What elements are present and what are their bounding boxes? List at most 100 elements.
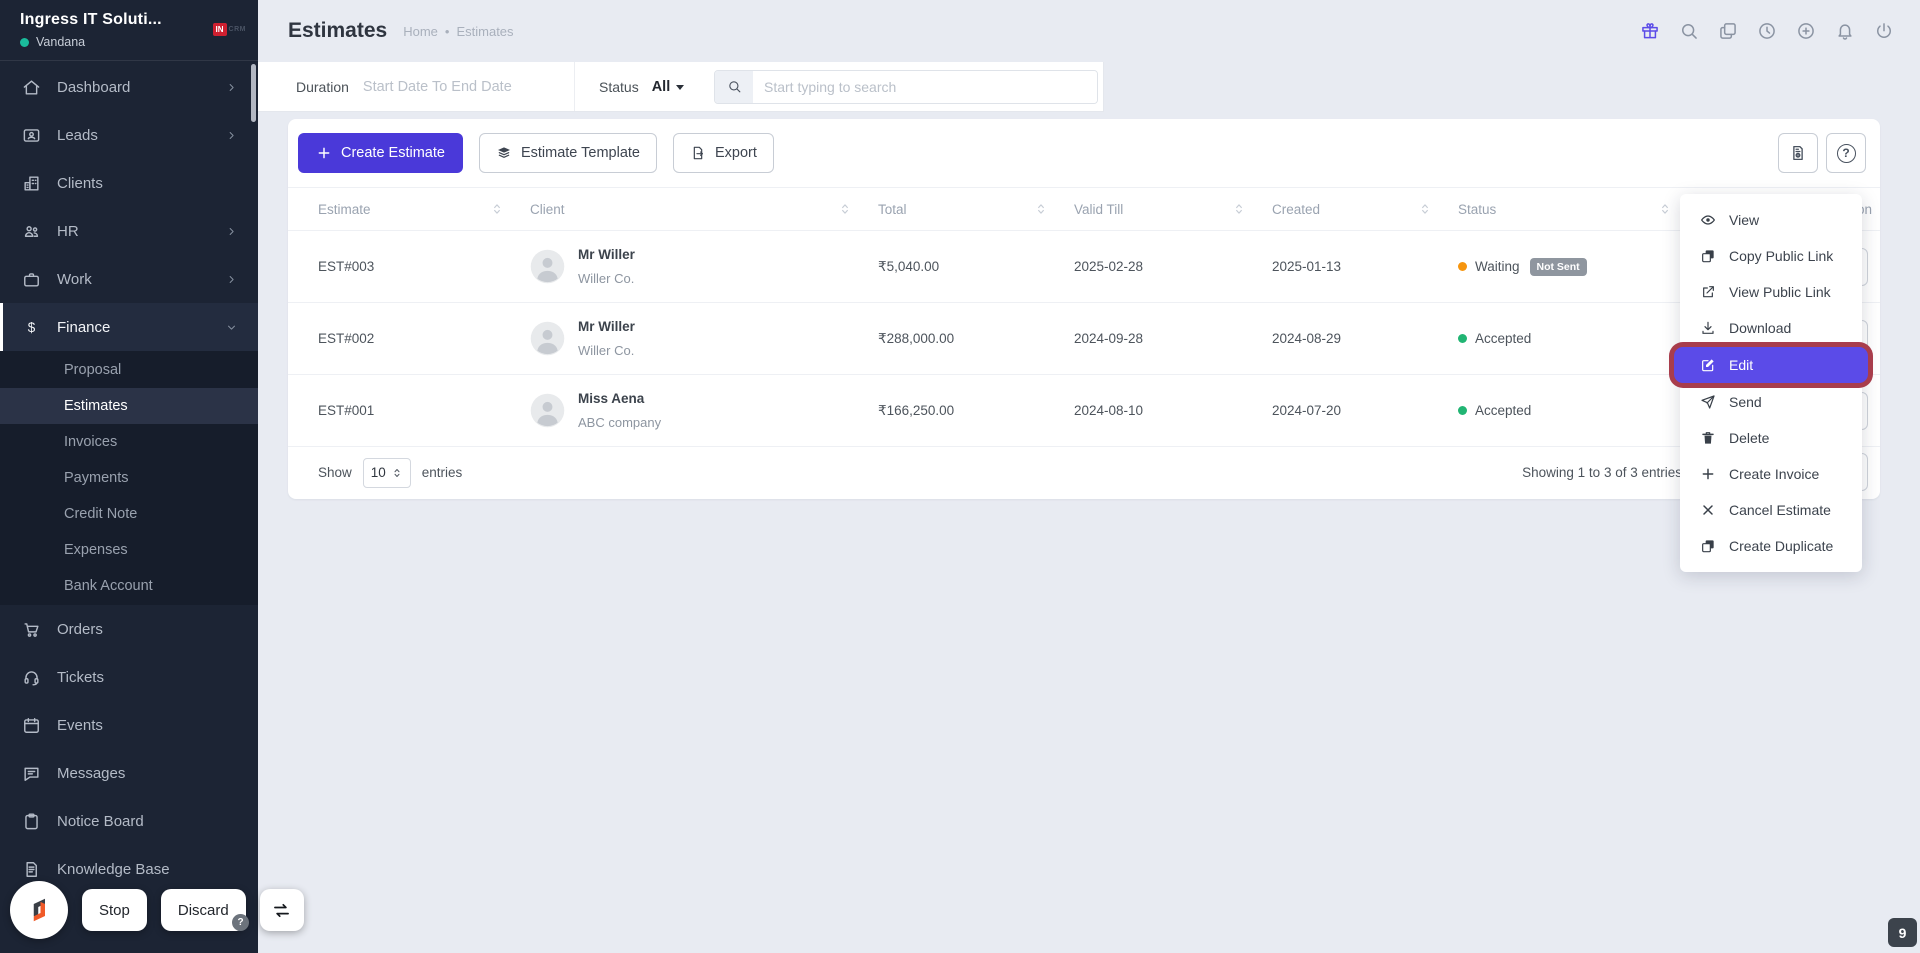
notes-icon[interactable] — [1718, 21, 1738, 41]
sidebar-item-bank-account[interactable]: Bank Account — [0, 568, 258, 604]
column-header-valid-till[interactable]: Valid Till — [1074, 202, 1272, 217]
column-header-total[interactable]: Total — [878, 202, 1074, 217]
recorder-logo-button[interactable] — [10, 881, 68, 939]
menu-item-copy-public-link[interactable]: Copy Public Link — [1680, 238, 1862, 274]
valid-till-date: 2024-08-10 — [1074, 403, 1272, 418]
menu-item-view[interactable]: View — [1680, 202, 1862, 238]
sidebar-scrollbar-thumb[interactable] — [251, 64, 256, 122]
duration-label: Duration — [296, 79, 349, 95]
mini-help-badge[interactable]: ? — [232, 914, 249, 931]
sidebar-item-credit-note[interactable]: Credit Note — [0, 496, 258, 532]
valid-till-date: 2025-02-28 — [1074, 259, 1272, 274]
column-header-estimate[interactable]: Estimate — [318, 202, 530, 217]
column-header-client[interactable]: Client — [530, 202, 878, 217]
menu-item-download[interactable]: Download — [1680, 310, 1862, 346]
duration-range-input[interactable] — [363, 79, 548, 95]
sidebar-item-leads[interactable]: Leads — [0, 111, 258, 159]
avatar — [530, 393, 565, 428]
sidebar-item-events[interactable]: Events — [0, 701, 258, 749]
company-name: Ingress IT Soluti... — [20, 11, 244, 29]
sidebar-item-hr[interactable]: HR — [0, 207, 258, 255]
status-dot — [1458, 262, 1467, 271]
export-button[interactable]: Export — [673, 133, 774, 173]
sidebar-item-messages[interactable]: Messages — [0, 749, 258, 797]
search-input[interactable] — [753, 71, 1097, 103]
topbar: Estimates Home • Estimates — [258, 0, 1920, 62]
status-text: Accepted — [1475, 331, 1531, 346]
sidebar-item-orders[interactable]: Orders — [0, 605, 258, 653]
menu-item-delete[interactable]: Delete — [1680, 420, 1862, 456]
power-icon[interactable] — [1874, 21, 1894, 41]
users-icon — [22, 222, 41, 241]
created-date: 2024-08-29 — [1272, 331, 1458, 346]
status-cell: Accepted — [1458, 331, 1698, 346]
add-circle-icon[interactable] — [1796, 21, 1816, 41]
sidebar-item-expenses[interactable]: Expenses — [0, 532, 258, 568]
sidebar-item-dashboard[interactable]: Dashboard — [0, 63, 258, 111]
page-size-group: Show 10 entries — [318, 458, 462, 488]
menu-item-edit[interactable]: Edit — [1674, 347, 1868, 383]
menu-item-create-duplicate[interactable]: Create Duplicate — [1680, 528, 1862, 564]
chat-icon — [22, 764, 41, 783]
file-invoice-icon — [1789, 144, 1807, 162]
search-box — [714, 70, 1098, 104]
search-section — [700, 62, 1103, 111]
column-header-status[interactable]: Status — [1458, 202, 1698, 217]
sidebar-header: Ingress IT Soluti... Vandana IN CRM — [0, 0, 258, 61]
sidebar-item-work[interactable]: Work — [0, 255, 258, 303]
sort-icon — [838, 202, 852, 216]
avatar — [530, 249, 565, 284]
created-date: 2024-07-20 — [1272, 403, 1458, 418]
menu-item-cancel-estimate[interactable]: Cancel Estimate — [1680, 492, 1862, 528]
swap-button[interactable] — [260, 889, 304, 931]
briefcase-icon — [22, 270, 41, 289]
create-estimate-button[interactable]: Create Estimate — [298, 133, 463, 173]
sidebar-item-estimates[interactable]: Estimates — [0, 388, 258, 424]
help-button[interactable]: ? — [1826, 133, 1866, 173]
sidebar-item-invoices[interactable]: Invoices — [0, 424, 258, 460]
status-dropdown[interactable]: All — [652, 79, 685, 95]
invoice-report-button[interactable] — [1778, 133, 1818, 173]
menu-item-send[interactable]: Send — [1680, 384, 1862, 420]
document-icon — [22, 860, 41, 879]
idcard-icon — [22, 126, 41, 145]
notifications-bell-icon[interactable] — [1835, 21, 1855, 41]
client-company: Willer Co. — [578, 271, 635, 286]
menu-item-view-public-link[interactable]: View Public Link — [1680, 274, 1862, 310]
stop-button[interactable]: Stop — [82, 889, 147, 931]
status-text: Waiting — [1475, 259, 1520, 274]
external-link-icon — [1700, 284, 1716, 300]
copy-icon — [1700, 248, 1716, 264]
row-context-menu: View Copy Public Link View Public Link D… — [1680, 194, 1862, 572]
search-icon[interactable] — [1679, 21, 1699, 41]
file-export-icon — [690, 145, 706, 161]
user-name: Vandana — [36, 35, 85, 49]
sidebar-item-payments[interactable]: Payments — [0, 460, 258, 496]
sidebar-item-proposal[interactable]: Proposal — [0, 352, 258, 388]
sidebar-item-notice-board[interactable]: Notice Board — [0, 797, 258, 845]
client-name: Mr Willer — [578, 319, 635, 334]
column-header-created[interactable]: Created — [1272, 202, 1458, 217]
estimate-number: EST#002 — [318, 331, 530, 346]
gift-icon[interactable] — [1640, 21, 1660, 41]
sidebar-item-finance[interactable]: $ Finance — [0, 303, 258, 351]
page-size-select[interactable]: 10 — [363, 458, 411, 488]
crm-logo-text: CRM — [229, 26, 246, 33]
brand-logo-icon — [21, 892, 57, 928]
caret-down-icon — [676, 85, 684, 90]
updown-icon — [391, 467, 403, 479]
crm-logo: IN CRM — [213, 23, 246, 36]
user-line[interactable]: Vandana — [20, 35, 244, 49]
breadcrumb-home[interactable]: Home — [403, 24, 438, 39]
edit-pen-icon — [1700, 357, 1716, 373]
total-value: ₹166,250.00 — [878, 403, 1074, 419]
eye-icon — [1700, 212, 1716, 228]
estimate-template-button[interactable]: Estimate Template — [479, 133, 657, 173]
sidebar-item-tickets[interactable]: Tickets — [0, 653, 258, 701]
trash-icon — [1700, 430, 1716, 446]
cart-icon — [22, 620, 41, 639]
sidebar-item-clients[interactable]: Clients — [0, 159, 258, 207]
history-icon[interactable] — [1757, 21, 1777, 41]
client-name: Mr Willer — [578, 247, 635, 262]
menu-item-create-invoice[interactable]: Create Invoice — [1680, 456, 1862, 492]
